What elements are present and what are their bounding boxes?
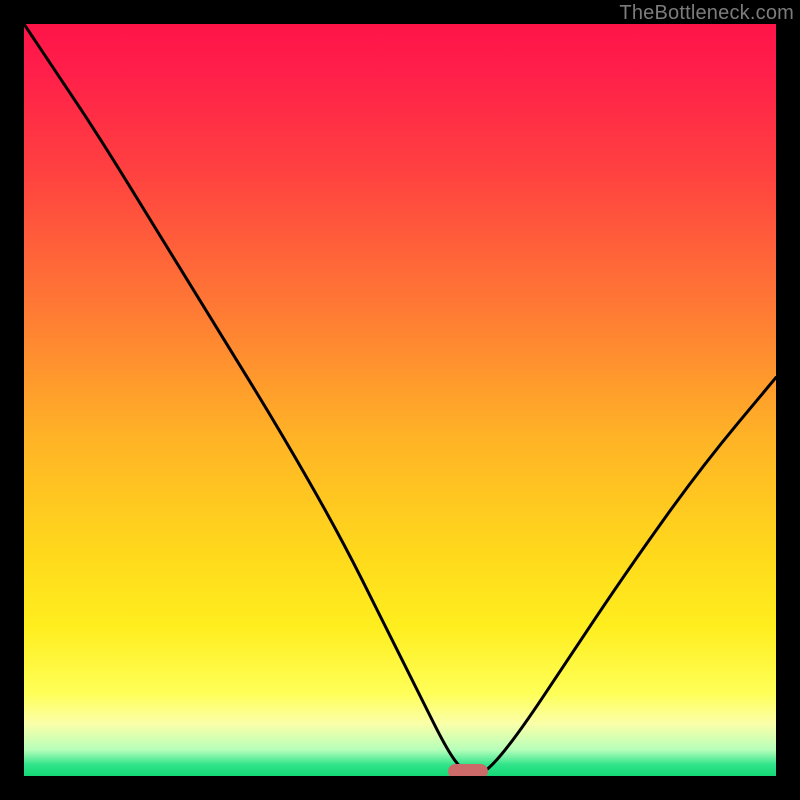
bottleneck-curve (24, 24, 776, 774)
optimal-marker (448, 764, 488, 776)
curve-layer (24, 24, 776, 776)
chart-frame: TheBottleneck.com (0, 0, 800, 800)
plot-area (24, 24, 776, 776)
watermark-text: TheBottleneck.com (619, 2, 794, 25)
